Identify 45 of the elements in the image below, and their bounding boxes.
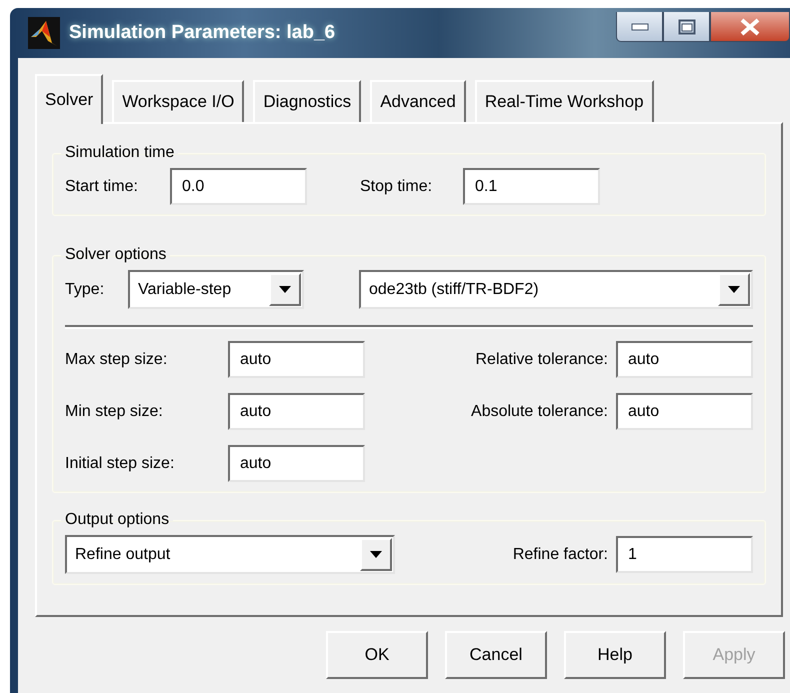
window-title: Simulation Parameters: lab_6: [69, 22, 336, 44]
group-title: Solver options: [64, 246, 168, 264]
dropdown-button[interactable]: [269, 273, 301, 306]
caret-icon: [370, 551, 382, 558]
dropdown-button[interactable]: [718, 273, 750, 306]
tab[interactable]: Diagnostics: [253, 80, 362, 122]
dropdown[interactable]: Refine output: [65, 535, 395, 574]
field-label: Refine factor:: [512, 544, 609, 564]
text-field[interactable]: auto: [616, 393, 753, 430]
text-field[interactable]: auto: [228, 445, 365, 482]
tab[interactable]: Solver: [35, 74, 104, 124]
field-label: Absolute tolerance:: [470, 402, 609, 422]
field-label: Relative tolerance:: [474, 350, 609, 370]
refine-factor-field[interactable]: 1: [616, 536, 753, 573]
group-title: Output options: [64, 511, 170, 529]
close-icon: [739, 18, 761, 36]
dropdown-button[interactable]: [360, 538, 392, 571]
field-label: Stop time:: [360, 176, 434, 196]
dialog-button[interactable]: Cancel: [445, 631, 547, 679]
field-label: Start time:: [65, 176, 139, 196]
field-label: Max step size:: [65, 350, 168, 370]
tab[interactable]: Real-Time Workshop: [474, 80, 654, 122]
tab[interactable]: Advanced: [370, 80, 466, 122]
dialog-button[interactable]: OK: [326, 631, 428, 679]
caret-icon: [728, 286, 740, 293]
text-field[interactable]: auto: [228, 393, 365, 430]
minimize-button[interactable]: [616, 12, 663, 42]
stop-time-field[interactable]: 0.1: [463, 168, 600, 205]
app-logo-icon: [28, 17, 60, 49]
tab[interactable]: Workspace I/O: [112, 80, 244, 122]
dialog-button[interactable]: Help: [564, 631, 666, 679]
close-button[interactable]: [710, 12, 790, 42]
maximize-button[interactable]: [663, 12, 710, 42]
field-label: Initial step size:: [65, 454, 176, 474]
group-title: Simulation time: [64, 144, 176, 162]
maximize-icon: [678, 18, 696, 34]
caret-icon: [279, 286, 291, 293]
type-label: Type:: [65, 280, 106, 298]
start-time-field[interactable]: 0.0: [170, 168, 307, 205]
dropdown[interactable]: ode23tb (stiff/TR-BDF2): [359, 270, 753, 309]
minimize-icon: [630, 22, 648, 30]
text-field[interactable]: auto: [228, 341, 365, 378]
dropdown[interactable]: Variable-step: [128, 270, 304, 309]
text-field[interactable]: auto: [616, 341, 753, 378]
field-label: Min step size:: [65, 402, 164, 422]
